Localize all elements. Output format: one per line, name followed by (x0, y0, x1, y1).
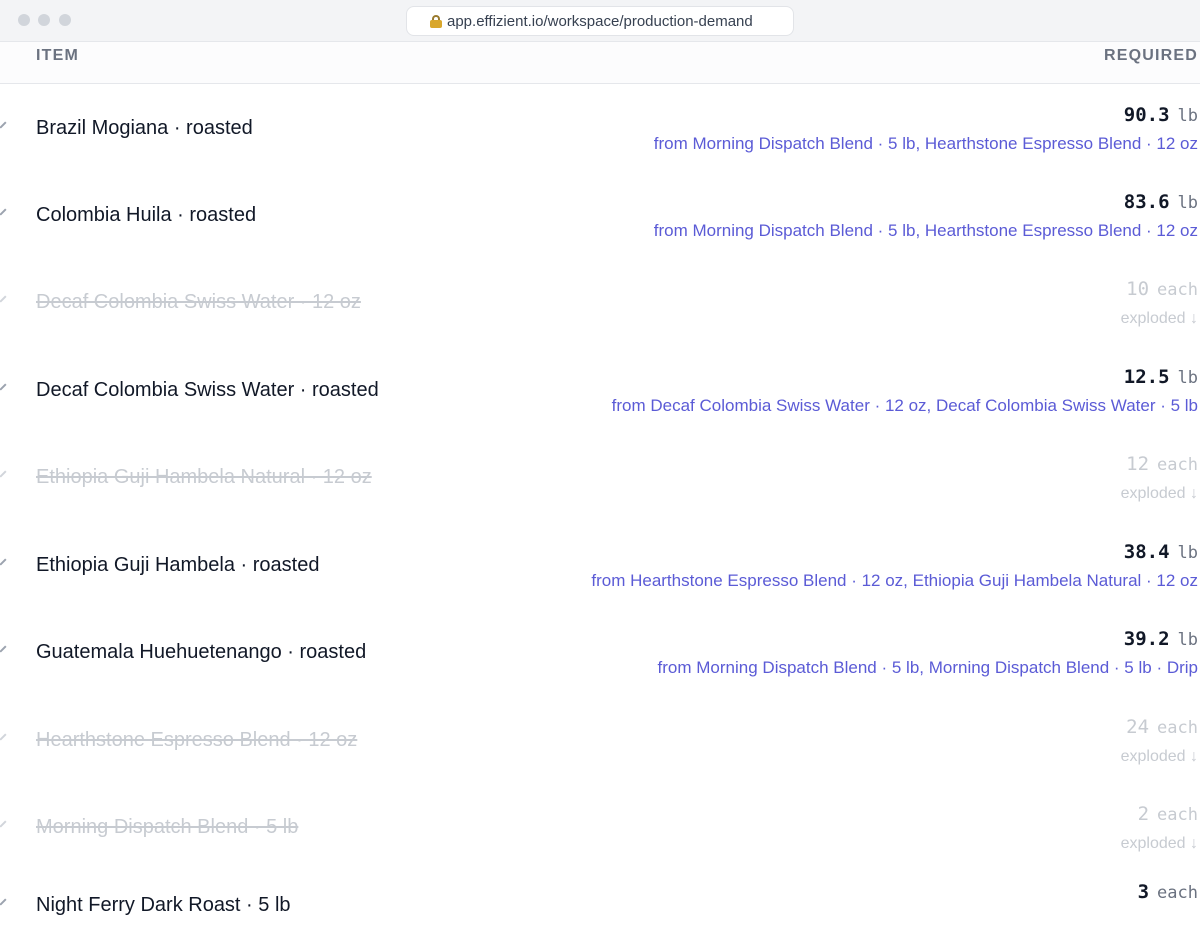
quantity-value: 10 (1126, 278, 1150, 300)
check-icon (0, 898, 7, 906)
quantity-value: 90.3 (1123, 104, 1170, 126)
quantity-value: 39.2 (1123, 628, 1170, 650)
url-text: app.effizient.io/workspace/production-de… (447, 12, 753, 30)
table-row[interactable]: Colombia Huila · roasted 83.6 lb from Mor… (0, 171, 1200, 258)
item-name: Decaf Colombia Swiss Water · 12 oz (36, 291, 361, 313)
required-quantity: 2 each (1138, 803, 1198, 825)
check-icon (0, 295, 7, 303)
check-icon (0, 645, 7, 653)
required-quantity: 83.6 lb (1124, 191, 1198, 213)
quantity-value: 24 (1126, 716, 1150, 738)
quantity-value: 83.6 (1123, 191, 1170, 213)
exploded-status[interactable]: exploded ↓ (1121, 485, 1198, 503)
quantity-value: 2 (1137, 803, 1150, 825)
item-name: Ethiopia Guji Hambela · roasted (36, 554, 320, 576)
table-row[interactable]: Decaf Colombia Swiss Water · 12 oz 10 eac… (0, 258, 1200, 345)
table-row[interactable]: Night Ferry Dark Roast · 5 lb 3 each (0, 861, 1200, 942)
exploded-status[interactable]: exploded ↓ (1121, 310, 1198, 328)
source-detail-link[interactable]: from Decaf Colombia Swiss Water · 12 oz,… (612, 396, 1198, 416)
check-icon (0, 558, 7, 566)
quantity-value: 3 (1137, 881, 1150, 903)
check-icon (0, 208, 7, 216)
table-row[interactable]: Brazil Mogiana · roasted 90.3 lb from Mor… (0, 84, 1200, 171)
required-quantity: 12 each (1126, 453, 1198, 475)
required-quantity: 39.2 lb (1124, 628, 1198, 650)
quantity-unit: each (1157, 718, 1198, 738)
item-name: Ethiopia Guji Hambela Natural · 12 oz (36, 466, 372, 488)
quantity-unit: each (1157, 455, 1198, 475)
item-name: Morning Dispatch Blend · 5 lb (36, 816, 299, 838)
address-bar[interactable]: app.effizient.io/workspace/production-de… (406, 6, 794, 36)
lock-icon (430, 15, 442, 28)
required-quantity: 12.5 lb (1124, 366, 1198, 388)
maximize-window-button[interactable] (59, 14, 71, 26)
quantity-unit: lb (1177, 106, 1198, 126)
exploded-status[interactable]: exploded ↓ (1121, 835, 1198, 853)
check-icon (0, 733, 7, 741)
check-icon (0, 470, 7, 478)
item-name: Brazil Mogiana · roasted (36, 117, 253, 139)
table-row[interactable]: Morning Dispatch Blend · 5 lb 2 each expl… (0, 783, 1200, 870)
exploded-status[interactable]: exploded ↓ (1121, 748, 1198, 766)
source-detail-link[interactable]: from Hearthstone Espresso Blend · 12 oz,… (591, 571, 1198, 591)
required-quantity: 3 each (1138, 881, 1198, 903)
minimize-window-button[interactable] (38, 14, 50, 26)
quantity-unit: each (1157, 805, 1198, 825)
quantity-unit: lb (1177, 630, 1198, 650)
item-name: Hearthstone Espresso Blend · 12 oz (36, 729, 358, 751)
item-name: Colombia Huila · roasted (36, 204, 257, 226)
quantity-value: 38.4 (1123, 541, 1170, 563)
required-quantity: 90.3 lb (1124, 104, 1198, 126)
quantity-value: 12 (1126, 453, 1150, 475)
check-icon (0, 383, 7, 391)
item-name: Decaf Colombia Swiss Water · roasted (36, 379, 379, 401)
column-header-item[interactable]: ITEM (36, 47, 79, 65)
table-row[interactable]: Ethiopia Guji Hambela Natural · 12 oz 12… (0, 433, 1200, 520)
check-icon (0, 121, 7, 129)
quantity-unit: each (1157, 883, 1198, 903)
table-row[interactable]: Ethiopia Guji Hambela · roasted 38.4 lb f… (0, 521, 1200, 608)
browser-titlebar: app.effizient.io/workspace/production-de… (0, 0, 1200, 42)
table-row[interactable]: Guatemala Huehuetenango · roasted 39.2 lb… (0, 608, 1200, 695)
item-name: Night Ferry Dark Roast · 5 lb (36, 894, 291, 916)
required-quantity: 38.4 lb (1124, 541, 1198, 563)
item-name: Guatemala Huehuetenango · roasted (36, 641, 367, 663)
quantity-unit: each (1157, 280, 1198, 300)
close-window-button[interactable] (18, 14, 30, 26)
quantity-unit: lb (1177, 193, 1198, 213)
column-header-required[interactable]: REQUIRED (1104, 47, 1198, 65)
quantity-unit: lb (1177, 368, 1198, 388)
source-detail-link[interactable]: from Morning Dispatch Blend · 5 lb, Morn… (658, 658, 1198, 678)
source-detail-link[interactable]: from Morning Dispatch Blend · 5 lb, Hear… (654, 221, 1198, 241)
required-quantity: 10 each (1126, 278, 1198, 300)
quantity-unit: lb (1177, 543, 1198, 563)
required-quantity: 24 each (1126, 716, 1198, 738)
table-header: ITEM REQUIRED (0, 42, 1200, 84)
table-row[interactable]: Hearthstone Espresso Blend · 12 oz 24 eac… (0, 696, 1200, 783)
source-detail-link[interactable]: from Morning Dispatch Blend · 5 lb, Hear… (654, 134, 1198, 154)
check-icon (0, 820, 7, 828)
quantity-value: 12.5 (1123, 366, 1170, 388)
table-row[interactable]: Decaf Colombia Swiss Water · roasted 12.… (0, 346, 1200, 433)
